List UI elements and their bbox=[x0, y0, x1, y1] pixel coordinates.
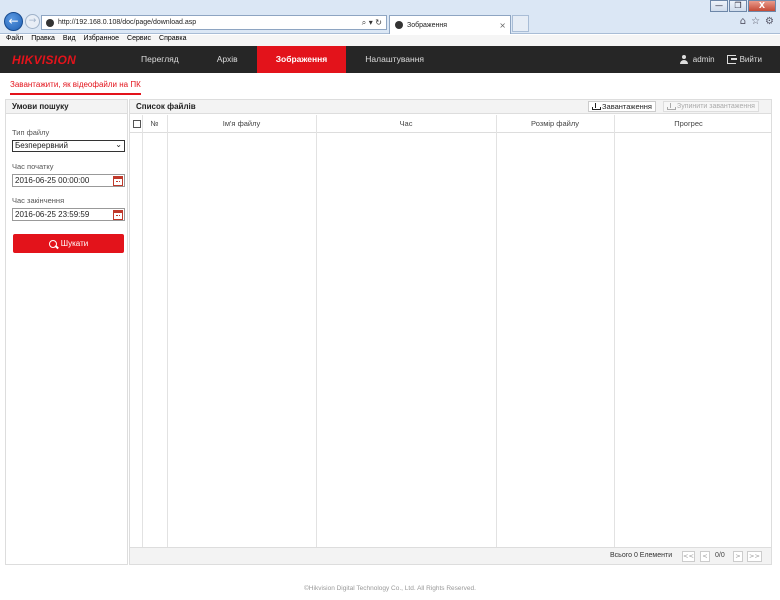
file-list-panel: Список файлів Завантаження Зупинити зава… bbox=[129, 99, 772, 565]
download-label: Завантаження bbox=[602, 102, 652, 111]
address-bar[interactable]: http://192.168.0.108/doc/page/download.a… bbox=[41, 15, 387, 30]
site-favicon-icon bbox=[46, 18, 54, 27]
column-file-size: Розмір файлу bbox=[531, 119, 579, 128]
stop-download-icon bbox=[667, 103, 676, 110]
file-table-header: № Ім'я файлу Час Розмір файлу Прогрес bbox=[130, 115, 771, 133]
restore-button[interactable]: ❐ bbox=[729, 0, 747, 12]
tab-favicon-icon bbox=[395, 21, 403, 29]
top-navigation: Перегляд Архів Зображення Налаштування bbox=[122, 46, 443, 73]
search-button-label: Шукати bbox=[60, 239, 89, 248]
page-indicator: 0/0 bbox=[715, 552, 725, 559]
menu-favorites[interactable]: Избранное bbox=[84, 35, 119, 46]
nav-configuration[interactable]: Налаштування bbox=[346, 46, 443, 73]
favorites-star-icon[interactable]: ☆ bbox=[751, 16, 760, 27]
back-arrow-icon[interactable]: ← bbox=[4, 12, 23, 31]
browser-menu-bar: Файл Правка Вид Избранное Сервис Справка bbox=[0, 35, 780, 46]
column-divider bbox=[142, 115, 143, 547]
column-divider bbox=[316, 115, 317, 547]
last-page-button[interactable]: >> bbox=[747, 551, 762, 562]
menu-view[interactable]: Вид bbox=[63, 35, 76, 46]
search-icon bbox=[48, 239, 57, 248]
window-controls: — ❐ X bbox=[709, 0, 776, 12]
app-header: HIKVISION Перегляд Архів Зображення Нала… bbox=[0, 46, 780, 73]
logout-icon bbox=[726, 55, 737, 65]
browser-toolbar-icons: ⌂ ☆ ⚙ bbox=[740, 16, 774, 27]
column-progress: Прогрес bbox=[674, 119, 703, 128]
file-type-label: Тип файлу bbox=[12, 128, 50, 137]
settings-gear-icon[interactable]: ⚙ bbox=[765, 16, 774, 27]
browser-chrome: — ❐ X ← → http://192.168.0.108/doc/page/… bbox=[0, 0, 780, 34]
file-type-value: Безперервний bbox=[15, 141, 68, 150]
end-time-value: 2016-06-25 23:59:59 bbox=[15, 210, 90, 219]
prev-page-button[interactable]: < bbox=[700, 551, 710, 562]
nav-playback[interactable]: Архів bbox=[198, 46, 257, 73]
first-page-button[interactable]: << bbox=[682, 551, 695, 562]
column-divider bbox=[614, 115, 615, 547]
total-items: Всього 0 Елементи bbox=[610, 552, 673, 559]
nav-live-view[interactable]: Перегляд bbox=[122, 46, 198, 73]
user-menu[interactable]: admin bbox=[680, 54, 715, 65]
file-list-title: Список файлів bbox=[136, 102, 196, 111]
start-time-label: Час початку bbox=[12, 162, 54, 171]
new-tab-button[interactable] bbox=[512, 15, 529, 32]
column-file-name: Ім'я файлу bbox=[222, 119, 261, 128]
menu-file[interactable]: Файл bbox=[6, 35, 23, 46]
start-time-input[interactable]: 2016-06-25 00:00:00 bbox=[12, 174, 125, 187]
end-time-label: Час закінчення bbox=[12, 196, 65, 205]
tab-download-video[interactable]: Завантажити, як відеофайли на ПК bbox=[10, 80, 141, 95]
column-divider bbox=[496, 115, 497, 547]
home-icon[interactable]: ⌂ bbox=[740, 16, 746, 27]
search-conditions-panel: Умови пошуку Тип файлу Безперервний ⌄ Ча… bbox=[5, 99, 128, 565]
tab-close-icon[interactable]: × bbox=[499, 21, 506, 30]
chevron-down-icon: ⌄ bbox=[115, 140, 122, 149]
close-window-button[interactable]: X bbox=[748, 0, 776, 12]
user-icon bbox=[680, 55, 689, 65]
browser-tab[interactable]: Зображення × bbox=[389, 15, 511, 34]
select-all-checkbox[interactable] bbox=[133, 120, 141, 128]
forward-arrow-icon[interactable]: → bbox=[25, 14, 40, 29]
next-page-button[interactable]: > bbox=[733, 551, 743, 562]
stop-download-button[interactable]: Зупинити завантаження bbox=[663, 101, 759, 112]
download-button[interactable]: Завантаження bbox=[588, 101, 656, 112]
username: admin bbox=[692, 54, 715, 64]
column-time: Час bbox=[399, 119, 413, 128]
hikvision-logo: HIKVISION bbox=[12, 53, 77, 67]
logout-button[interactable]: Вийти bbox=[726, 54, 762, 65]
nav-picture[interactable]: Зображення bbox=[256, 46, 347, 73]
file-table-footer: Всього 0 Елементи << < 0/0 > >> bbox=[130, 547, 771, 564]
search-button[interactable]: Шукати bbox=[13, 234, 124, 253]
stop-download-label: Зупинити завантаження bbox=[677, 103, 755, 110]
address-url: http://192.168.0.108/doc/page/download.a… bbox=[58, 19, 197, 26]
address-search-refresh-icon[interactable]: ⌕ ▾ ↻ bbox=[362, 18, 386, 28]
search-panel-title: Умови пошуку bbox=[6, 100, 127, 114]
minimize-button[interactable]: — bbox=[710, 0, 728, 12]
file-type-select[interactable]: Безперервний ⌄ bbox=[12, 140, 125, 152]
menu-help[interactable]: Справка bbox=[159, 35, 186, 46]
calendar-icon[interactable] bbox=[113, 210, 123, 220]
start-time-value: 2016-06-25 00:00:00 bbox=[15, 176, 90, 185]
download-icon bbox=[592, 103, 601, 110]
copyright-footer: ©Hikvision Digital Technology Co., Ltd. … bbox=[304, 585, 476, 592]
end-time-input[interactable]: 2016-06-25 23:59:59 bbox=[12, 208, 125, 221]
logout-label: Вийти bbox=[739, 54, 762, 64]
tab-title: Зображення bbox=[407, 21, 448, 29]
column-divider bbox=[167, 115, 168, 547]
header-user-area: admin Вийти bbox=[680, 46, 762, 73]
file-list-title-bar: Список файлів Завантаження Зупинити зава… bbox=[130, 100, 771, 114]
column-number: № bbox=[150, 119, 159, 128]
menu-edit[interactable]: Правка bbox=[31, 35, 55, 46]
calendar-icon[interactable] bbox=[113, 176, 123, 186]
menu-tools[interactable]: Сервис bbox=[127, 35, 151, 46]
